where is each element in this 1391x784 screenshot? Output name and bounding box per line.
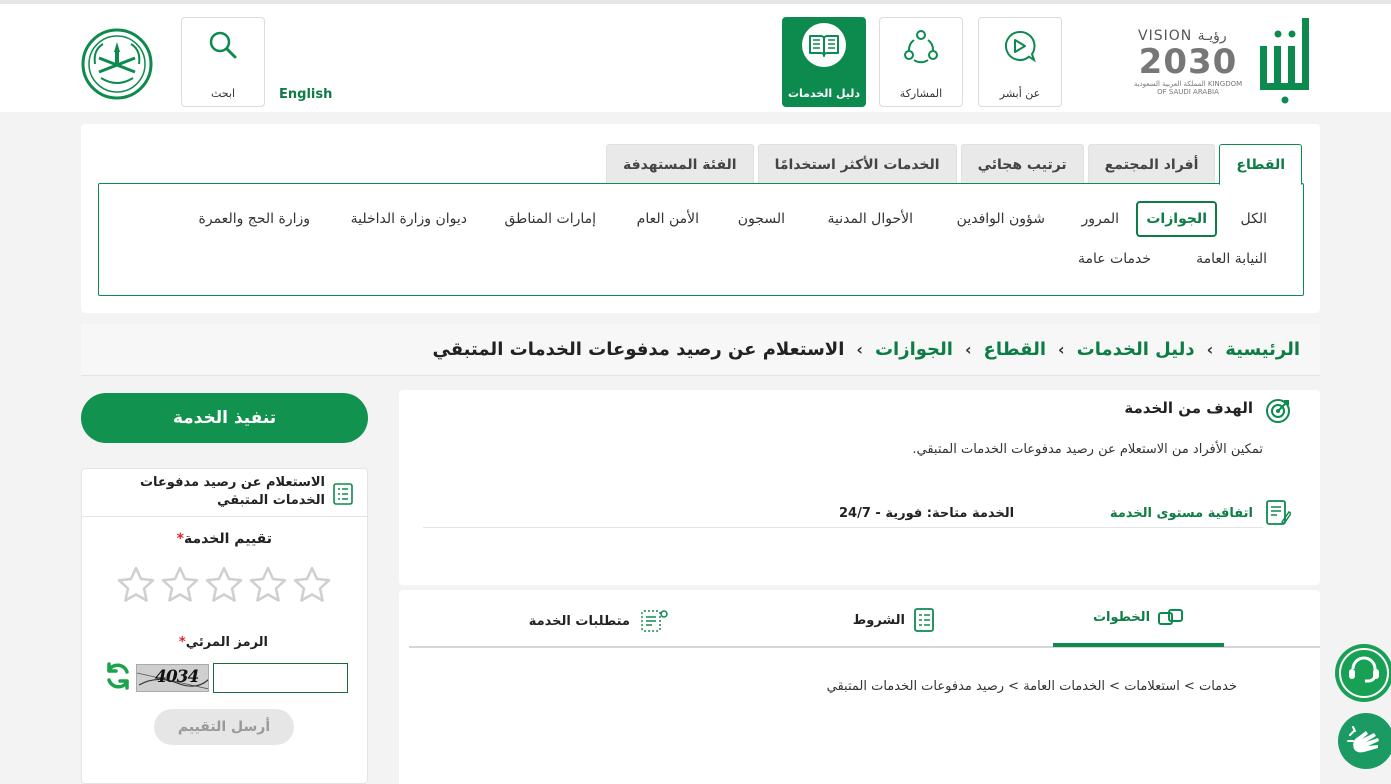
captcha-label: الرمز المرئي* bbox=[175, 635, 268, 650]
sector-chips: الكل الجوازات المرور شؤون الوافدين الأحو… bbox=[98, 183, 1304, 296]
service-goal-description: تمكين الأفراد من الاستعلام عن رصيد مدفوع… bbox=[912, 442, 1263, 457]
english-language-link[interactable]: English bbox=[279, 87, 332, 102]
breadcrumb-current-page: الاستعلام عن رصيد مدفوعات الخدمات المتبق… bbox=[432, 339, 845, 360]
vision-line2: 2030 bbox=[1138, 42, 1238, 82]
target-icon bbox=[1266, 399, 1290, 423]
ministry-seal-logo bbox=[81, 28, 153, 100]
rating-stars bbox=[116, 565, 332, 605]
tab-alphabetical[interactable]: ترتيب هجائي bbox=[960, 144, 1084, 184]
star-icon[interactable] bbox=[292, 565, 332, 605]
vision-line3: المملكة العربية السعودية KINGDOM OF SAUD… bbox=[1133, 80, 1243, 96]
captcha-label-text: الرمز المرئي bbox=[185, 635, 268, 650]
sign-language-icon[interactable] bbox=[1336, 711, 1391, 771]
tab-terms[interactable]: الشروط bbox=[853, 608, 935, 632]
star-icon[interactable] bbox=[160, 565, 200, 605]
breadcrumb-services-guide[interactable]: دليل الخدمات bbox=[1077, 339, 1195, 360]
tab-steps-label: الخطوات bbox=[1092, 609, 1151, 625]
chat-bubble-icon bbox=[1005, 30, 1036, 63]
nav-search[interactable]: ابحث bbox=[181, 17, 265, 107]
tab-requirements[interactable]: متطلبات الخدمة bbox=[529, 608, 668, 634]
checklist-icon bbox=[914, 608, 934, 632]
submit-rating-button[interactable]: أرسل التقييم bbox=[154, 709, 294, 745]
document-sign-icon bbox=[1266, 500, 1291, 525]
sector-tabs: القطاع أفراد المجتمع ترتيب هجائي الخدمات… bbox=[606, 144, 1302, 185]
rating-card-title: الاستعلام عن رصيد مدفوعات الخدمات المتبق… bbox=[139, 475, 325, 508]
chip-public-security[interactable]: الأمن العام bbox=[637, 211, 699, 227]
tab-most-used[interactable]: الخدمات الأكثر استخدامًا bbox=[757, 144, 957, 184]
chip-prisons[interactable]: السجون bbox=[738, 211, 785, 227]
chip-all[interactable]: الكل bbox=[1241, 211, 1268, 227]
steps-icon bbox=[1158, 609, 1184, 625]
requirements-icon bbox=[641, 610, 668, 632]
nav-about-absher[interactable]: عن أبشر bbox=[978, 17, 1062, 107]
tab-requirements-label: متطلبات الخدمة bbox=[528, 613, 630, 629]
chip-general-services[interactable]: خدمات عامة bbox=[1078, 251, 1151, 267]
nav-services-guide[interactable]: دليل الخدمات bbox=[782, 17, 866, 107]
captcha-image: 4034 bbox=[136, 664, 209, 692]
breadcrumb-home[interactable]: الرئيسية bbox=[1225, 339, 1300, 360]
service-details-card: الخطوات الشروط متطلبات الخدمة خدمات > اس… bbox=[399, 590, 1320, 784]
chip-civil-affairs[interactable]: الأحوال المدنية bbox=[828, 211, 914, 227]
star-icon[interactable] bbox=[204, 565, 244, 605]
absher-logo[interactable] bbox=[1252, 18, 1314, 108]
rating-label: تقييم الخدمة* bbox=[173, 531, 272, 547]
captcha-text: 4034 bbox=[155, 667, 199, 687]
community-icon bbox=[904, 30, 938, 64]
breadcrumb-passports[interactable]: الجوازات bbox=[875, 339, 953, 360]
execute-service-button[interactable]: تنفيذ الخدمة bbox=[81, 393, 368, 443]
breadcrumb-separator: › bbox=[1206, 340, 1214, 359]
sector-filter-panel: القطاع أفراد المجتمع ترتيب هجائي الخدمات… bbox=[81, 124, 1320, 313]
vision-2030-logo: VISION رؤيـة 2030 المملكة العربية السعود… bbox=[1132, 28, 1244, 104]
breadcrumb-sector[interactable]: القطاع bbox=[984, 339, 1046, 360]
active-tab-indicator bbox=[1053, 643, 1224, 647]
rating-card: الاستعلام عن رصيد مدفوعات الخدمات المتبق… bbox=[81, 468, 368, 784]
star-icon[interactable] bbox=[248, 565, 288, 605]
book-icon bbox=[809, 35, 839, 57]
chip-hajj-umrah[interactable]: وزارة الحج والعمرة bbox=[199, 211, 310, 227]
tab-sector[interactable]: القطاع bbox=[1219, 144, 1302, 185]
nav-label: ابحث bbox=[210, 87, 236, 100]
breadcrumb-separator: › bbox=[964, 340, 972, 359]
service-goal-title: الهدف من الخدمة bbox=[1124, 399, 1253, 417]
steps-path-text: خدمات > استعلامات > الخدمات العامة > رصي… bbox=[826, 679, 1237, 694]
chat-support-icon[interactable] bbox=[1333, 643, 1391, 703]
chip-ministry-diwan[interactable]: ديوان وزارة الداخلية bbox=[351, 211, 467, 227]
tab-terms-label: الشروط bbox=[852, 612, 905, 628]
tab-steps[interactable]: الخطوات bbox=[1053, 608, 1224, 626]
refresh-icon[interactable] bbox=[104, 661, 132, 691]
sla-row: اتفاقية مستوى الخدمة الخدمة متاحة: فورية… bbox=[423, 494, 1291, 528]
details-tabs: الخطوات الشروط متطلبات الخدمة bbox=[409, 590, 1320, 648]
chip-regional-emirates[interactable]: إمارات المناطق bbox=[505, 211, 597, 227]
form-icon bbox=[333, 483, 353, 505]
nav-label: المشاركة bbox=[899, 87, 943, 100]
sla-link[interactable]: اتفاقية مستوى الخدمة bbox=[1110, 506, 1253, 521]
chip-expatriates[interactable]: شؤون الوافدين bbox=[957, 211, 1045, 227]
rating-label-text: تقييم الخدمة bbox=[183, 531, 272, 547]
captcha-input[interactable] bbox=[213, 663, 348, 693]
search-icon bbox=[209, 31, 237, 59]
nav-label: دليل الخدمات bbox=[787, 87, 861, 100]
rating-card-header: الاستعلام عن رصيد مدفوعات الخدمات المتبق… bbox=[82, 469, 367, 517]
nav-participation[interactable]: المشاركة bbox=[879, 17, 963, 107]
service-goal-card: الهدف من الخدمة تمكين الأفراد من الاستعل… bbox=[399, 390, 1320, 585]
breadcrumb-separator: › bbox=[856, 340, 863, 359]
tab-community-members[interactable]: أفراد المجتمع bbox=[1087, 144, 1216, 184]
sla-availability: الخدمة متاحة: فورية - 24/7 bbox=[839, 506, 1015, 521]
nav-label: عن أبشر bbox=[999, 87, 1041, 100]
chip-passports[interactable]: الجوازات bbox=[1136, 201, 1217, 237]
chip-public-prosecution[interactable]: النيابة العامة bbox=[1196, 251, 1267, 267]
tab-target-group[interactable]: الفئة المستهدفة bbox=[606, 144, 754, 184]
breadcrumb: الرئيسية › دليل الخدمات › القطاع › الجوا… bbox=[81, 324, 1320, 376]
required-mark: * bbox=[178, 635, 186, 650]
breadcrumb-separator: › bbox=[1058, 340, 1065, 359]
chip-traffic[interactable]: المرور bbox=[1082, 211, 1120, 227]
star-icon[interactable] bbox=[116, 565, 156, 605]
site-header: VISION رؤيـة 2030 المملكة العربية السعود… bbox=[0, 0, 1391, 112]
required-mark: * bbox=[176, 531, 184, 547]
